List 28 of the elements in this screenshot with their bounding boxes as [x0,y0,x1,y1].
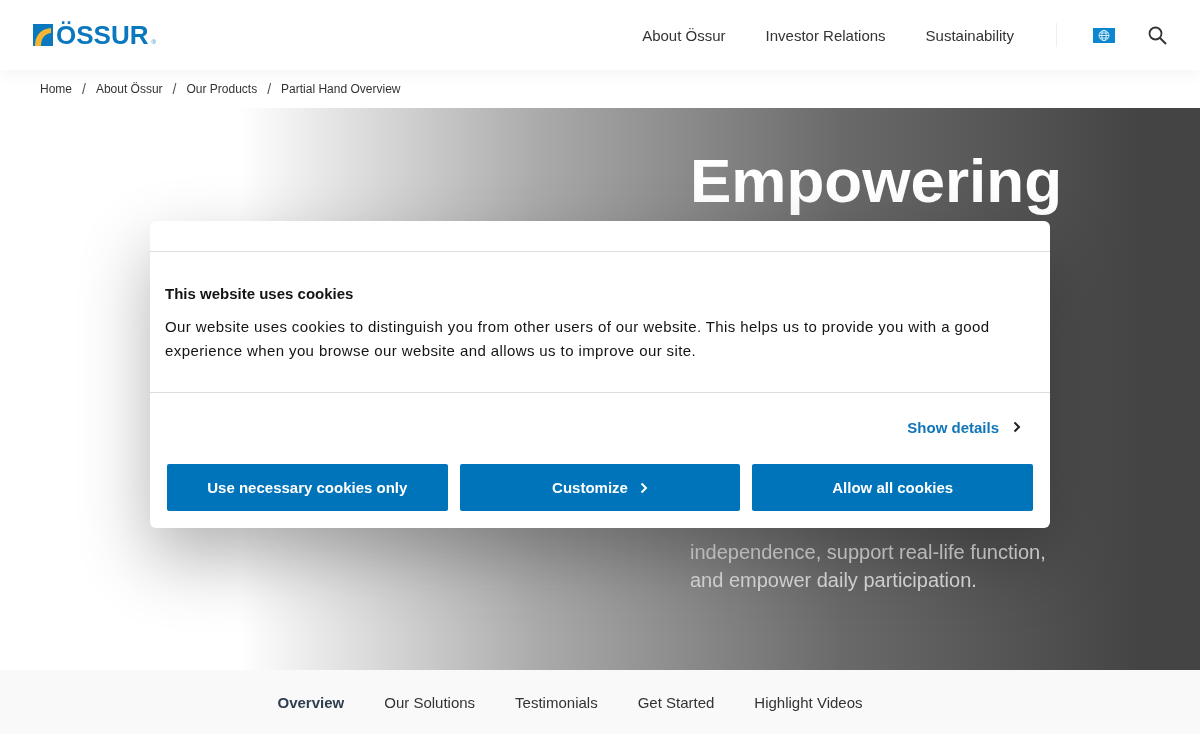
cookie-button[interactable]: Customize [459,464,741,511]
section-tab[interactable]: Our Solutions [384,693,476,711]
breadcrumb-link[interactable]: Our Products [186,82,258,96]
breadcrumb-separator: / [172,81,177,97]
breadcrumb-separator: / [82,81,86,97]
cookie-button[interactable]: Allow all cookies [752,464,1033,511]
show-details-link[interactable]: Show details [907,417,1021,437]
chevron-right-icon [639,481,648,494]
search-icon[interactable] [1148,25,1167,45]
breadcrumb-link[interactable]: Partial Hand Overview [281,82,401,96]
chevron-right-icon [1013,421,1021,433]
logo-icon [33,24,53,46]
cookie-button[interactable]: Use necessary cookies only [167,464,448,511]
globe-icon[interactable] [1093,27,1115,43]
section-tab[interactable]: Testimonials [515,693,598,711]
nav-link[interactable]: Sustainability [925,26,1014,44]
breadcrumb-link[interactable]: Home [40,82,72,96]
section-tab[interactable]: Overview [277,693,345,711]
dialog-title: This website uses cookies [165,285,355,302]
breadcrumb-separator: / [267,81,272,97]
nav-link[interactable]: Investor Relations [765,26,886,44]
section-tab[interactable]: Get Started [637,693,715,711]
nav-link[interactable]: About Össur [642,26,726,44]
hero-text: independence, support real-life function, and empower daily participation. [690,540,1047,593]
hero-title: Empowering [690,148,1063,214]
breadcrumb-link[interactable]: About Össur [95,82,163,96]
section-tab[interactable]: Highlight Videos [754,693,863,711]
dialog-text: Our website uses cookies to distinguish you from other users of our website. This helps us to provide you with a good experience when you browse our website and allows us to improve our site. [165,317,991,361]
